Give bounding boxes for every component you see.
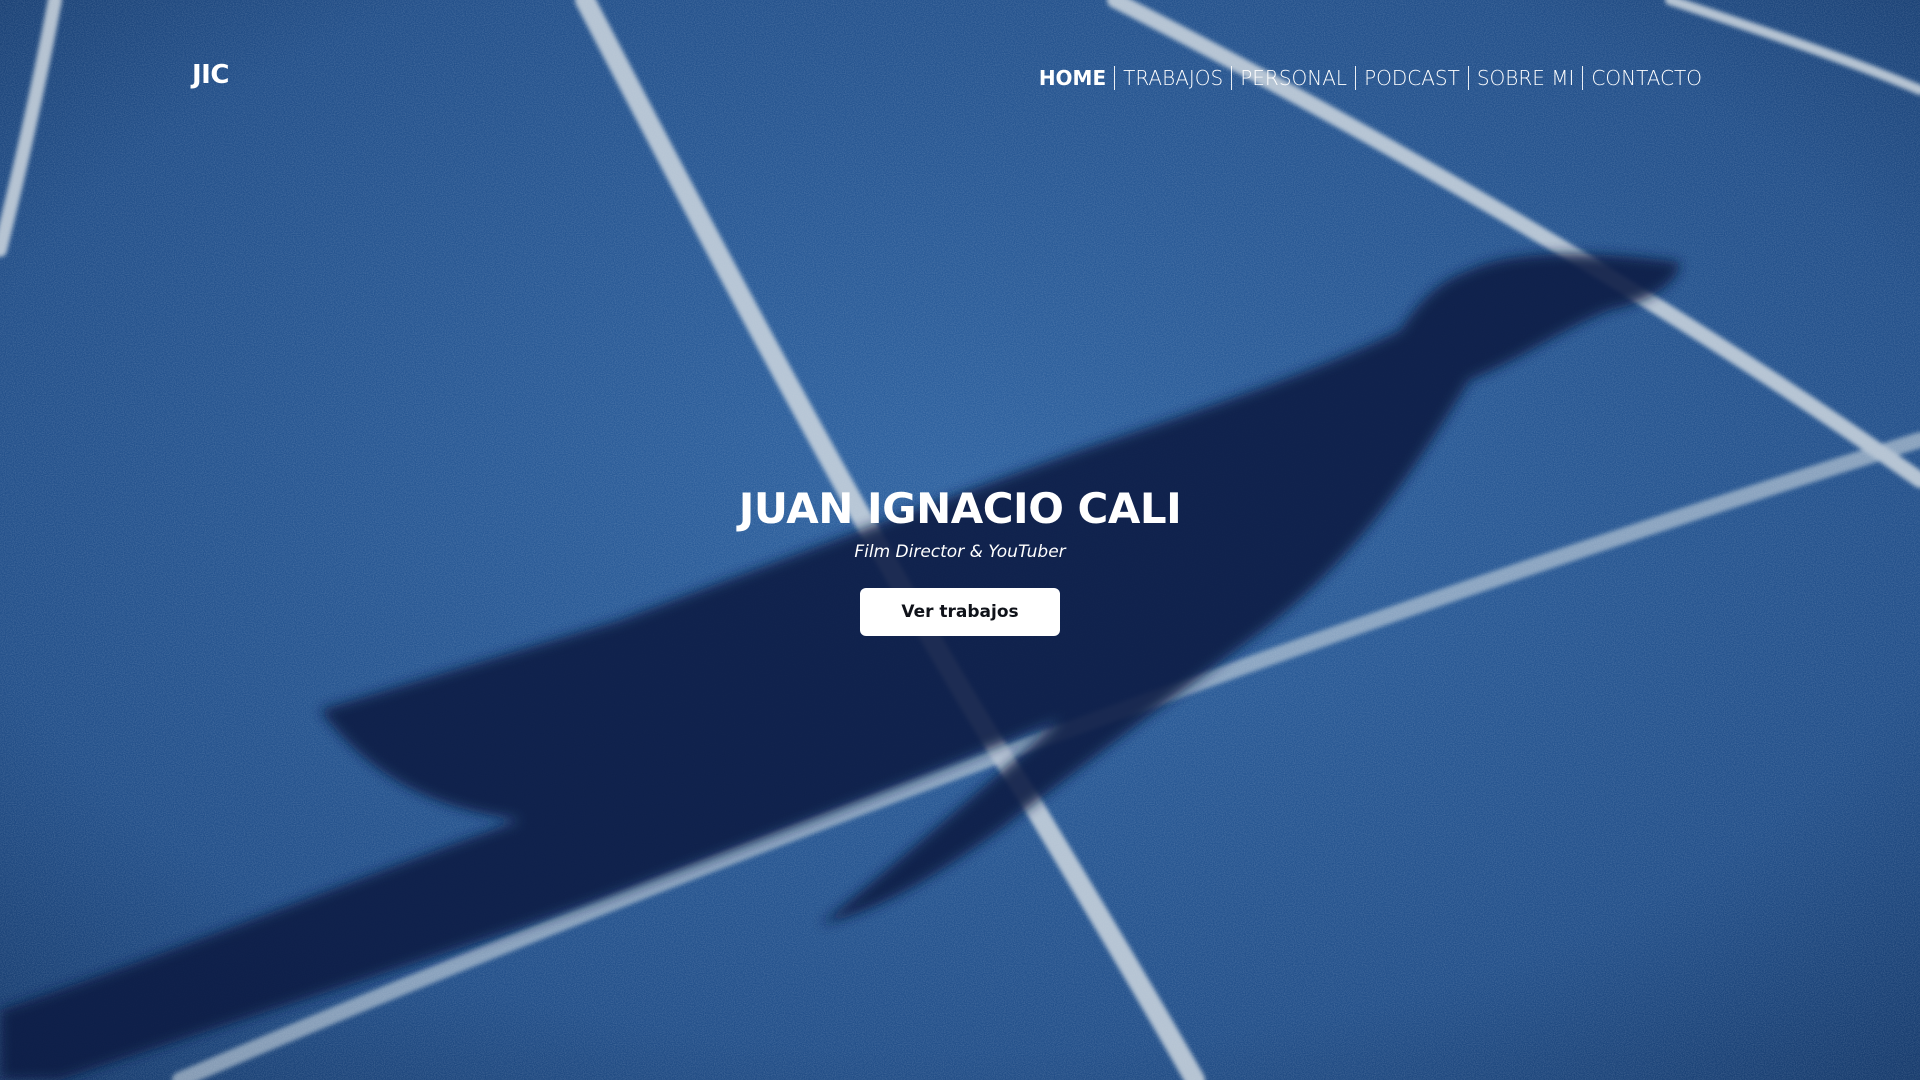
hero-content: JUAN IGNACIO CALI Film Director & YouTub… <box>0 484 1920 636</box>
site-logo[interactable]: JIC <box>192 60 229 90</box>
hero-title: JUAN IGNACIO CALI <box>738 484 1182 533</box>
hero-section: JIC HOME TRABAJOS PERSONAL PODCAST SOBRE… <box>0 0 1920 1080</box>
nav-link-home[interactable]: HOME <box>1031 66 1114 90</box>
ver-trabajos-button[interactable]: Ver trabajos <box>860 588 1060 636</box>
nav-link-contacto[interactable]: CONTACTO <box>1583 66 1710 90</box>
main-nav: HOME TRABAJOS PERSONAL PODCAST SOBRE MI … <box>1031 66 1710 90</box>
nav-link-podcast[interactable]: PODCAST <box>1356 66 1468 90</box>
nav-item-contacto: CONTACTO <box>1583 66 1710 90</box>
nav-link-trabajos[interactable]: TRABAJOS <box>1115 66 1231 90</box>
nav-item-personal: PERSONAL <box>1232 66 1355 90</box>
nav-item-sobre-mi: SOBRE MI <box>1469 66 1583 90</box>
nav-item-home: HOME <box>1031 66 1114 90</box>
hero-subtitle: Film Director & YouTuber <box>854 542 1066 562</box>
site-header: JIC HOME TRABAJOS PERSONAL PODCAST SOBRE… <box>0 0 1920 160</box>
nav-item-trabajos: TRABAJOS <box>1115 66 1231 90</box>
nav-link-sobre-mi[interactable]: SOBRE MI <box>1469 66 1583 90</box>
nav-link-personal[interactable]: PERSONAL <box>1232 66 1355 90</box>
nav-item-podcast: PODCAST <box>1356 66 1468 90</box>
